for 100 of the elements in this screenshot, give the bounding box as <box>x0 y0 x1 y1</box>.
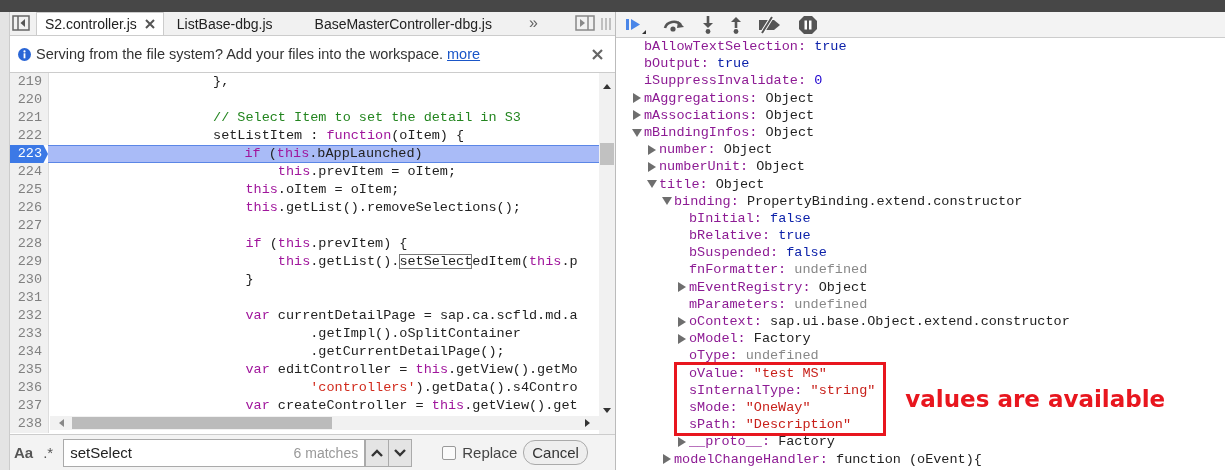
collapsed-arrow-icon[interactable] <box>647 161 657 172</box>
line-number: 220 <box>10 91 49 109</box>
property-entry: oType: undefined <box>689 347 819 365</box>
line-number: 235 <box>10 361 49 379</box>
property-entry: oValue: "test MS" <box>689 364 827 382</box>
scroll-right-arrow-icon[interactable] <box>585 419 591 427</box>
code-line: this.oItem = oItem; <box>244 181 401 199</box>
line-number: 232 <box>10 307 49 325</box>
line-number: 225 <box>10 181 49 199</box>
file-tab[interactable]: ListBase-dbg.js <box>167 12 282 35</box>
horizontal-scrollbar[interactable] <box>50 416 599 430</box>
replace-label: Replace <box>462 444 518 461</box>
collapsed-arrow-icon[interactable] <box>677 282 687 293</box>
file-tab[interactable]: S2.controller.js <box>36 12 164 35</box>
code-line: } <box>244 271 255 289</box>
line-number: 236 <box>10 379 49 397</box>
replace-checkbox[interactable] <box>442 445 457 460</box>
step-out-icon[interactable] <box>730 15 742 34</box>
property-entry: mEventRegistry: Object <box>689 278 868 296</box>
code-line: this.getList().removeSelections(); <box>244 199 522 217</box>
property-entry: fnFormatter: undefined <box>689 261 868 279</box>
code-line: .getImpl().oSplitContainer <box>309 325 522 343</box>
line-number: 227 <box>10 217 49 235</box>
property-entry: mBindingInfos: Object <box>644 123 815 142</box>
scroll-left-arrow-icon[interactable] <box>58 419 64 427</box>
line-number: 238 <box>10 415 49 433</box>
property-entry: sInternalType: "string" <box>689 381 876 399</box>
pause-on-exceptions-icon[interactable] <box>798 14 818 35</box>
line-number: 230 <box>10 271 49 289</box>
property-entry: __proto__: Factory <box>689 433 835 451</box>
code-line: var currentDetailPage = sap.ca.scfld.md.a <box>244 307 579 325</box>
property-entry: sPath: "Description" <box>689 416 852 434</box>
file-tab[interactable]: BaseMasterController-dbg.js <box>305 12 501 35</box>
line-number: 226 <box>10 199 49 217</box>
property-entry: modelChangeHandler: function (oEvent){ <box>674 450 982 468</box>
line-number: 229 <box>10 253 49 271</box>
collapsed-arrow-icon[interactable] <box>677 316 687 327</box>
code-line: 'controllers').getData().s4Contro <box>309 379 579 397</box>
code-line: this.getList().setSelectedItem(this.p <box>276 253 579 271</box>
next-match-button[interactable] <box>388 438 413 467</box>
code-line: .getCurrentDetailPage(); <box>309 343 506 361</box>
property-entry: bInitial: false <box>689 209 811 228</box>
navigator-toggle-icon[interactable] <box>12 15 30 31</box>
collapsed-arrow-icon[interactable] <box>662 454 672 465</box>
property-entry: bAllowTextSelection: true <box>644 38 847 56</box>
close-icon[interactable] <box>144 19 155 29</box>
vertical-scrollbar[interactable] <box>599 73 615 434</box>
property-entry: binding: PropertyBinding.extend.constructor <box>674 192 1023 210</box>
line-number: 222 <box>10 127 49 145</box>
drag-handle-icon[interactable] <box>601 17 611 31</box>
search-field[interactable]: setSelect 6 matches <box>63 438 366 467</box>
close-icon[interactable] <box>592 48 603 60</box>
annotation-text: values are available <box>905 385 1166 412</box>
info-icon <box>18 47 31 61</box>
scroll-up-arrow-icon[interactable] <box>603 83 611 89</box>
code-line: if (this.prevItem) { <box>244 235 409 253</box>
code-line: this.prevItem = oItem; <box>276 163 458 181</box>
line-number: 219 <box>10 73 49 91</box>
scrollbar-thumb[interactable] <box>72 417 332 429</box>
more-link[interactable]: more <box>447 46 481 62</box>
property-entry: iSuppressInvalidate: 0 <box>644 72 823 90</box>
expanded-arrow-icon[interactable] <box>662 196 672 207</box>
previous-match-button[interactable] <box>365 438 390 467</box>
panel-toggle-icon[interactable] <box>575 15 595 31</box>
step-into-icon[interactable] <box>702 15 714 34</box>
expanded-arrow-icon[interactable] <box>632 127 642 138</box>
scroll-down-arrow-icon[interactable] <box>603 408 611 414</box>
scrollbar-thumb[interactable] <box>600 143 614 165</box>
collapsed-arrow-icon[interactable] <box>632 93 642 104</box>
collapsed-arrow-icon[interactable] <box>647 144 657 155</box>
collapsed-arrow-icon[interactable] <box>632 110 642 121</box>
line-number: 221 <box>10 109 49 127</box>
property-entry: oContext: sap.ui.base.Object.extend.constructor <box>689 313 1070 331</box>
more-tabs-button[interactable]: » <box>528 14 538 32</box>
line-number: 224 <box>10 163 49 181</box>
down-chevron-icon <box>394 448 407 457</box>
match-case-toggle[interactable]: Aa <box>14 444 34 461</box>
property-entry: number: Object <box>659 141 773 159</box>
up-chevron-icon <box>371 448 384 457</box>
line-number: 223 <box>10 145 48 163</box>
property-entry: oModel: Factory <box>689 330 811 348</box>
property-entry: sMode: "OneWay" <box>689 398 811 417</box>
regex-toggle[interactable]: .* <box>43 444 54 461</box>
collapsed-arrow-icon[interactable] <box>677 436 687 447</box>
match-count: 6 matches <box>293 444 359 461</box>
line-number: 234 <box>10 343 49 361</box>
deactivate-breakpoints-icon[interactable] <box>758 15 782 34</box>
property-entry: title: Object <box>659 175 765 193</box>
cancel-button[interactable]: Cancel <box>523 440 588 465</box>
line-number: 237 <box>10 397 49 415</box>
line-number: 233 <box>10 325 49 343</box>
collapsed-arrow-icon[interactable] <box>677 333 687 344</box>
code-line: var editController = this.getView().getMo <box>244 361 579 379</box>
property-entry: mParameters: undefined <box>689 295 868 313</box>
line-number: 231 <box>10 289 49 307</box>
code-line: // Select Item to set the detail in S3 <box>212 109 522 127</box>
property-entry: bOutput: true <box>644 55 750 73</box>
property-entry: bRelative: true <box>689 227 811 245</box>
expanded-arrow-icon[interactable] <box>647 179 657 190</box>
code-line: setListItem : function(oItem) { <box>212 127 466 145</box>
